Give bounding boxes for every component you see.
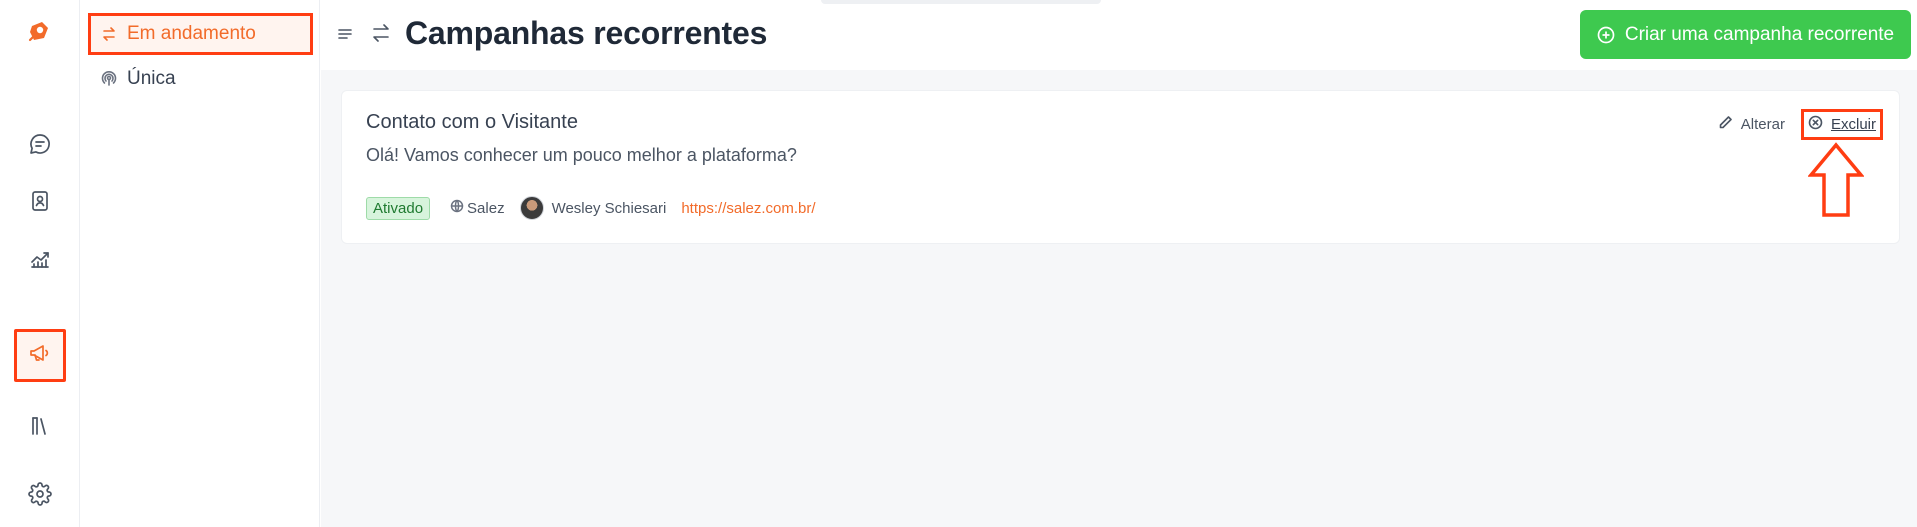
delete-label: Excluir [1830,116,1876,133]
status-badge: Ativado [366,196,431,220]
hamburger-icon [336,29,354,47]
plus-circle-icon [1597,26,1615,44]
salez-logo-icon[interactable] [26,18,52,44]
rail-library-button[interactable] [20,408,60,448]
campaign-message: Olá! Vamos conhecer um pouco melhor a pl… [366,145,797,165]
page-header: Campanhas recorrentes Criar uma campanha… [321,0,1917,70]
campaign-url-link[interactable]: https://salez.com.br/ [681,200,815,217]
app-window: Em andamento Única Campanhas recorrentes [0,0,1917,527]
globe-icon [450,199,467,217]
site-name: Salez [467,199,505,217]
rail-reports-button[interactable] [20,241,60,281]
arrows-swap-icon [370,22,392,44]
campaign-actions: Alterar Excluir [1718,109,1883,140]
broadcast-icon [101,71,117,87]
gear-icon [28,481,52,511]
top-divider [821,0,1101,4]
chat-bubble-icon [28,132,52,161]
create-button-label: Criar uma campanha recorrente [1624,23,1895,45]
address-book-icon [28,189,52,218]
annotation-arrow-up-icon [1808,142,1864,217]
arrows-swap-icon [101,26,117,42]
pencil-icon [1718,115,1741,134]
owner-info: Wesley Schiesari [519,196,667,220]
megaphone-icon [28,341,52,370]
rail-settings-button[interactable] [20,476,60,516]
library-icon [28,414,52,443]
subnav-item-label: Em andamento [127,23,256,44]
site-info: Salez [450,199,505,217]
owner-name: Wesley Schiesari [551,199,667,217]
rail-contacts-button[interactable] [20,183,60,223]
rail-campaigns-button[interactable] [14,329,66,382]
page-title: Campanhas recorrentes [405,15,768,51]
rail-chat-button[interactable] [20,126,60,166]
subnav-item-label: Única [127,68,176,89]
campaign-card[interactable]: Contato com o Visitante Olá! Vamos conhe… [341,90,1900,244]
campaign-title: Contato com o Visitante [366,111,578,133]
avatar [519,196,544,220]
campaign-subnav: Em andamento Única [80,0,320,527]
menu-toggle-button[interactable] [336,25,354,43]
create-recurring-campaign-button[interactable]: Criar uma campanha recorrente [1580,10,1911,59]
chart-line-icon [28,247,52,276]
icon-rail [0,0,80,527]
campaign-meta: Ativado Salez Wesley Schiesari https://s… [366,195,816,221]
close-circle-icon [1808,115,1831,134]
subnav-item-em-andamento[interactable]: Em andamento [88,13,313,55]
delete-campaign-button[interactable]: Excluir [1800,109,1883,140]
edit-campaign-button[interactable]: Alterar [1718,115,1785,134]
edit-label: Alterar [1740,116,1785,133]
subnav-item-unica[interactable]: Única [88,58,313,100]
main-content: Campanhas recorrentes Criar uma campanha… [321,0,1917,527]
